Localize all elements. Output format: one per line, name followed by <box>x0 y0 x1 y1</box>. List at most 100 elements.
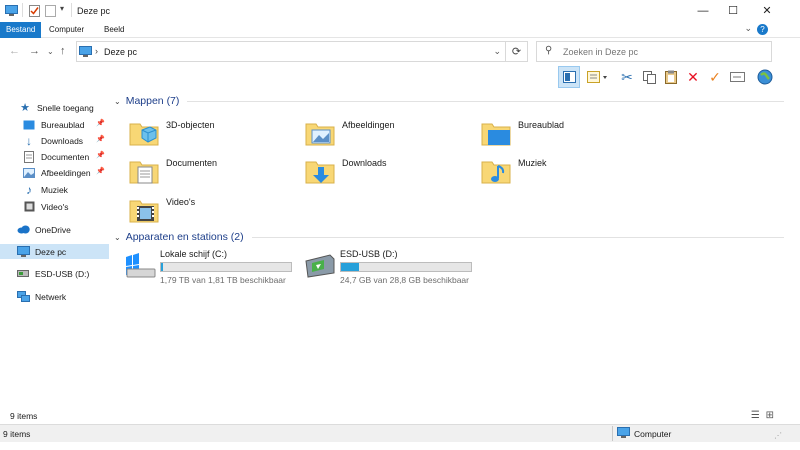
toolbar: ✂ ✕ ✓ <box>556 66 780 90</box>
folder-videos-icon <box>128 193 160 225</box>
paste-icon[interactable] <box>660 66 682 88</box>
download-arrow-icon: ↓ <box>26 133 32 148</box>
nav-item-documenten[interactable]: Documenten 📌 <box>0 149 109 164</box>
nav-network[interactable]: Netwerk <box>0 289 109 304</box>
drive-name: ESD-USB (D:) <box>340 249 398 259</box>
divider <box>22 3 23 17</box>
folder-label: Downloads <box>342 158 387 168</box>
delete-icon[interactable]: ✕ <box>682 66 704 88</box>
nav-quick-access[interactable]: ★ Snelle toegang <box>0 100 109 115</box>
new-folder-icon[interactable] <box>45 5 56 19</box>
group-header-drives[interactable]: ⌄ Apparaten en stations (2) <box>114 229 784 245</box>
folder-label: Video's <box>166 197 196 207</box>
large-icons-view-icon[interactable]: ⊞ <box>766 410 774 421</box>
navigation-pane: ★ Snelle toegang Bureaublad 📌 ↓ Download… <box>0 92 110 408</box>
folder-3d-objects[interactable]: 3D-objecten <box>128 114 298 150</box>
nav-usb-drive[interactable]: ESD-USB (D:) <box>0 266 109 281</box>
minimize-button[interactable]: — <box>688 3 718 19</box>
cut-icon[interactable]: ✂ <box>616 66 638 88</box>
folder-documents[interactable]: Documenten <box>128 152 298 188</box>
pin-icon[interactable]: 📌 <box>96 119 105 127</box>
pc-icon <box>617 427 630 440</box>
maximize-button[interactable]: ☐ <box>718 3 748 19</box>
refresh-button[interactable]: ⟳ <box>506 41 528 62</box>
back-button[interactable]: ← <box>9 45 20 57</box>
search-box[interactable]: ⚲ <box>536 41 772 62</box>
folder-label: Bureaublad <box>518 120 565 130</box>
address-bar[interactable]: › Deze pc ⌄ <box>76 41 506 62</box>
nav-label: Documenten <box>41 151 90 162</box>
close-button[interactable]: ✕ <box>752 3 782 19</box>
cloud-icon <box>16 224 30 236</box>
check-icon[interactable]: ✓ <box>704 66 726 88</box>
capacity-fill <box>161 263 163 271</box>
nav-item-bureaublad[interactable]: Bureaublad 📌 <box>0 117 109 132</box>
collapse-chevron-icon[interactable]: ⌄ <box>114 97 121 106</box>
folder-pictures-icon <box>304 116 336 148</box>
star-icon: ★ <box>20 102 30 114</box>
folder-desktop[interactable]: Bureaublad <box>480 114 650 150</box>
help-button[interactable]: ? <box>757 24 768 35</box>
quick-access-dropdown-icon[interactable]: ▾ <box>60 4 64 13</box>
nav-item-afbeeldingen[interactable]: Afbeeldingen 📌 <box>0 165 109 180</box>
pin-icon[interactable]: 📌 <box>96 135 105 143</box>
tab-bestand[interactable]: Bestand <box>0 22 42 38</box>
nav-label: Video's <box>41 201 69 212</box>
status-bar: 9 items ☰ ⊞ <box>0 408 800 424</box>
address-dropdown-icon[interactable]: ⌄ <box>493 46 501 57</box>
folder-pictures[interactable]: Afbeeldingen <box>304 114 474 150</box>
drive-d[interactable]: ESD-USB (D:) 24,7 GB van 28,8 GB beschik… <box>304 249 484 285</box>
nav-label: OneDrive <box>35 224 71 235</box>
capacity-fill <box>341 263 360 271</box>
nav-label: ESD-USB (D:) <box>35 268 90 279</box>
nav-item-downloads[interactable]: ↓ Downloads 📌 <box>0 133 109 148</box>
expand-ribbon-icon[interactable]: ⌄ <box>744 23 752 34</box>
properties-icon[interactable] <box>29 5 40 19</box>
item-count: 9 items <box>10 411 38 421</box>
pc-icon <box>5 5 18 18</box>
folder-label: Muziek <box>518 158 547 168</box>
folder-label: Afbeeldingen <box>342 120 395 130</box>
search-input[interactable] <box>563 45 763 59</box>
forward-button[interactable]: → <box>29 45 40 57</box>
folder-downloads[interactable]: Downloads <box>304 152 474 188</box>
search-icon: ⚲ <box>545 45 553 56</box>
nav-label: Snelle toegang <box>37 102 94 113</box>
folder-videos[interactable]: Video's <box>128 191 298 227</box>
details-view-icon[interactable]: ☰ <box>751 410 760 421</box>
tab-beeld[interactable]: Beeld <box>98 22 130 38</box>
video-icon <box>22 201 36 213</box>
nav-label: Netwerk <box>35 291 67 302</box>
network-icon <box>16 291 30 303</box>
folder-music[interactable]: Muziek <box>480 152 650 188</box>
drive-name: Lokale schijf (C:) <box>160 249 228 259</box>
pin-icon[interactable]: 📌 <box>96 151 105 159</box>
recent-locations-icon[interactable]: ⌄ <box>47 47 54 56</box>
tab-computer[interactable]: Computer <box>43 22 90 38</box>
nav-this-pc[interactable]: Deze pc <box>0 244 109 259</box>
resize-grip-icon[interactable]: ⋰ <box>774 431 782 440</box>
layout-icon[interactable] <box>584 66 612 88</box>
nav-label: Muziek <box>41 184 68 195</box>
nav-item-videos[interactable]: Video's <box>0 199 109 214</box>
drive-c[interactable]: Lokale schijf (C:) 1,79 TB van 1,81 TB b… <box>124 249 304 285</box>
nav-onedrive[interactable]: OneDrive <box>0 222 109 237</box>
folder-3d-icon <box>128 116 160 148</box>
nav-item-muziek[interactable]: ♪ Muziek <box>0 182 109 197</box>
globe-icon[interactable] <box>754 66 776 88</box>
nav-label: Downloads <box>41 135 84 146</box>
group-title: Mappen (7) <box>125 95 180 107</box>
breadcrumb[interactable]: Deze pc <box>104 47 137 57</box>
music-note-icon: ♪ <box>26 182 32 197</box>
pin-icon[interactable]: 📌 <box>96 167 105 175</box>
divider <box>187 100 784 102</box>
copy-icon[interactable] <box>638 66 660 88</box>
rename-icon[interactable] <box>726 66 748 88</box>
ribbon-tabs: Bestand Computer Beeld ⌄ ? <box>0 22 800 38</box>
up-button[interactable]: ↑ <box>60 45 66 57</box>
drive-free-space: 24,7 GB van 28,8 GB beschikbaar <box>340 275 469 285</box>
collapse-chevron-icon[interactable]: ⌄ <box>114 233 121 242</box>
group-header-folders[interactable]: ⌄ Mappen (7) <box>114 93 784 109</box>
preview-pane-icon[interactable] <box>558 66 580 88</box>
breadcrumb-separator-icon[interactable]: › <box>95 46 98 56</box>
